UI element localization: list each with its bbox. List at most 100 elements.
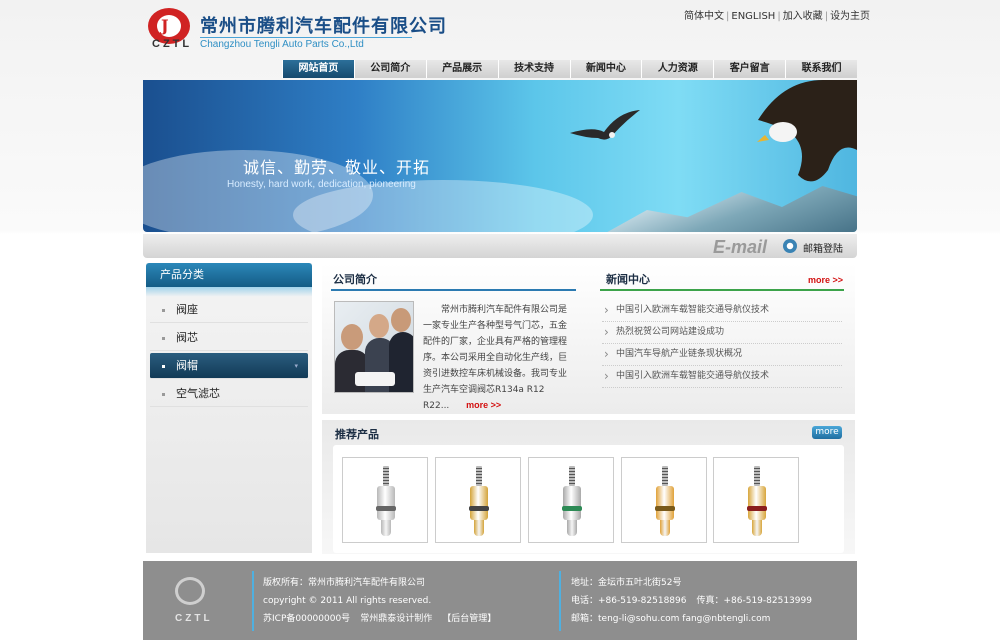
person-head <box>391 308 411 332</box>
news-item[interactable]: 中国引入欧洲车载智能交通导航仪技术 <box>602 366 842 388</box>
nav-contact[interactable]: 联系我们 <box>785 60 857 78</box>
sidebar-item-label: 阀座 <box>176 303 198 316</box>
valve-body <box>470 486 488 520</box>
separator: | <box>824 11 829 22</box>
valve-stem <box>383 466 389 486</box>
footer-admin-link[interactable]: 【后台管理】 <box>442 614 496 624</box>
about-title-underline <box>331 289 576 291</box>
nav-products[interactable]: 产品展示 <box>425 60 498 78</box>
eagle-large-icon <box>757 80 857 182</box>
product-thumbnail[interactable] <box>713 457 799 543</box>
news-item[interactable]: 热烈祝贺公司网站建设成功 <box>602 322 842 344</box>
footer-divider <box>559 571 561 631</box>
product-thumbnail[interactable] <box>528 457 614 543</box>
valve-tip <box>381 520 391 536</box>
banner-slogan-cn: 诚信、勤劳、敬业、开拓 <box>243 160 431 177</box>
sidebar-item-valve-cap[interactable]: 阀帽 ▾ <box>150 353 308 379</box>
recommended-more-button[interactable]: more <box>812 426 842 439</box>
footer-logo-icon <box>175 577 205 605</box>
product-category-sidebar: 产品分类 阀座 阀芯 阀帽 ▾ 空气滤芯 <box>146 263 312 553</box>
banner-slogan-en: Honesty, hard work, dedication, pioneeri… <box>227 179 416 190</box>
footer-icp: 苏ICP备00000000号 <box>263 614 351 624</box>
footer-phone-line: 电话：+86-519-82518896 传真：+86-519-82513999 <box>571 592 812 610</box>
valve-tip <box>474 520 484 536</box>
footer-copyright: copyright © 2011 All rights reserved. <box>263 596 432 606</box>
about-title: 公司简介 <box>333 273 377 286</box>
valve-tip <box>752 520 762 536</box>
sidebar-item-label: 阀芯 <box>176 331 198 344</box>
valve-seal-band <box>376 506 396 511</box>
main-nav: 网站首页 公司简介 产品展示 技术支持 新闻中心 人力资源 客户留言 联系我们 <box>282 60 857 78</box>
person-head <box>369 314 389 338</box>
link-add-favorite[interactable]: 加入收藏 <box>783 11 823 22</box>
news-item[interactable]: 中国汽车导航产业链条现状概况 <box>602 344 842 366</box>
email-strip: E-mail 邮箱登陆 <box>143 234 857 258</box>
about-text: 常州市腾利汽车配件有限公司是一家专业生产各种型号气门芯，五金配件的厂家，企业具有… <box>423 305 568 411</box>
sidebar-item-valve-core[interactable]: 阀芯 <box>150 325 308 351</box>
footer: CZTL 版权所有：常州市腾利汽车配件有限公司 copyright © 2011… <box>143 561 857 640</box>
valve-stem <box>569 466 575 486</box>
news-more-link[interactable]: more >> <box>808 275 843 285</box>
footer-divider <box>252 571 254 631</box>
email-graphic-text: E-mail <box>713 237 768 257</box>
nav-tech-support[interactable]: 技术支持 <box>497 60 570 78</box>
news-title-underline <box>600 289 844 291</box>
valve-body <box>563 486 581 520</box>
separator: | <box>726 11 730 22</box>
top-links: 简体中文 | ENGLISH | 加入收藏 | 设为主页 <box>684 7 870 22</box>
product-thumbnail[interactable] <box>621 457 707 543</box>
chevron-down-icon: ▾ <box>294 362 298 370</box>
hero-banner: 诚信、勤劳、敬业、开拓 Honesty, hard work, dedicati… <box>143 80 857 232</box>
email-login-link[interactable]: 邮箱登陆 <box>803 240 843 255</box>
news-item[interactable]: 中国引入欧洲车载智能交通导航仪技术 <box>602 300 842 322</box>
valve-tip <box>567 520 577 536</box>
footer-icp-line: 苏ICP备00000000号 常州鼎泰设计制作 【后台管理】 <box>263 610 496 628</box>
sidebar-item-label: 空气滤芯 <box>176 387 220 400</box>
eagle-small-icon <box>570 110 640 140</box>
laptop <box>355 372 395 386</box>
link-english[interactable]: ENGLISH <box>731 11 775 22</box>
link-simplified-chinese[interactable]: 简体中文 <box>684 11 724 22</box>
valve-seal-band <box>747 506 767 511</box>
sidebar-item-air-filter[interactable]: 空气滤芯 <box>150 381 308 407</box>
nav-about[interactable]: 公司简介 <box>353 60 426 78</box>
about-more-link[interactable]: more >> <box>466 400 501 410</box>
valve-body <box>748 486 766 520</box>
valve-body <box>656 486 674 520</box>
footer-address: 地址：金坛市五叶北街52号 <box>571 578 682 588</box>
nav-guestbook[interactable]: 客户留言 <box>713 60 786 78</box>
sidebar-glow <box>146 287 312 297</box>
separator: | <box>777 11 781 22</box>
valve-seal-band <box>562 506 582 511</box>
sidebar-title: 产品分类 <box>146 263 312 287</box>
valve-seal-band <box>655 506 675 511</box>
footer-contact-block: 地址：金坛市五叶北街52号 电话：+86-519-82518896 传真：+86-… <box>571 574 812 628</box>
sidebar-item-valve-seat[interactable]: 阀座 <box>150 297 308 323</box>
company-name-cn: 常州市腾利汽车配件有限公司 <box>200 16 447 36</box>
footer-fax: 传真：+86-519-82513999 <box>696 596 812 606</box>
footer-email: 邮箱：teng-li@sohu.com fang@nbtengli.com <box>571 614 771 624</box>
valve-seal-band <box>469 506 489 511</box>
footer-logo-abbr: CZTL <box>175 613 213 624</box>
valve-body <box>377 486 395 520</box>
logo-abbreviation: CZTL <box>152 38 193 50</box>
business-people-photo <box>334 301 414 393</box>
nav-news[interactable]: 新闻中心 <box>569 60 642 78</box>
company-name-en: Changzhou Tengli Auto Parts Co.,Ltd <box>200 37 412 50</box>
valve-stem <box>754 466 760 486</box>
news-list: 中国引入欧洲车载智能交通导航仪技术 热烈祝贺公司网站建设成功 中国汽车导航产业链… <box>602 300 842 388</box>
link-set-homepage[interactable]: 设为主页 <box>830 11 870 22</box>
footer-phone: 电话：+86-519-82518896 <box>571 596 687 606</box>
valve-stem <box>476 466 482 486</box>
nav-home[interactable]: 网站首页 <box>282 60 354 78</box>
product-thumbnail[interactable] <box>435 457 521 543</box>
person-head <box>341 324 363 350</box>
product-thumbnail[interactable] <box>342 457 428 543</box>
footer-owner: 版权所有：常州市腾利汽车配件有限公司 <box>263 578 426 588</box>
valve-stem <box>662 466 668 486</box>
footer-designer: 常州鼎泰设计制作 <box>360 614 433 624</box>
nav-hr[interactable]: 人力资源 <box>641 60 714 78</box>
recommended-title: 推荐产品 <box>335 428 379 441</box>
sidebar-item-label: 阀帽 <box>176 359 198 372</box>
news-title: 新闻中心 <box>606 273 650 286</box>
